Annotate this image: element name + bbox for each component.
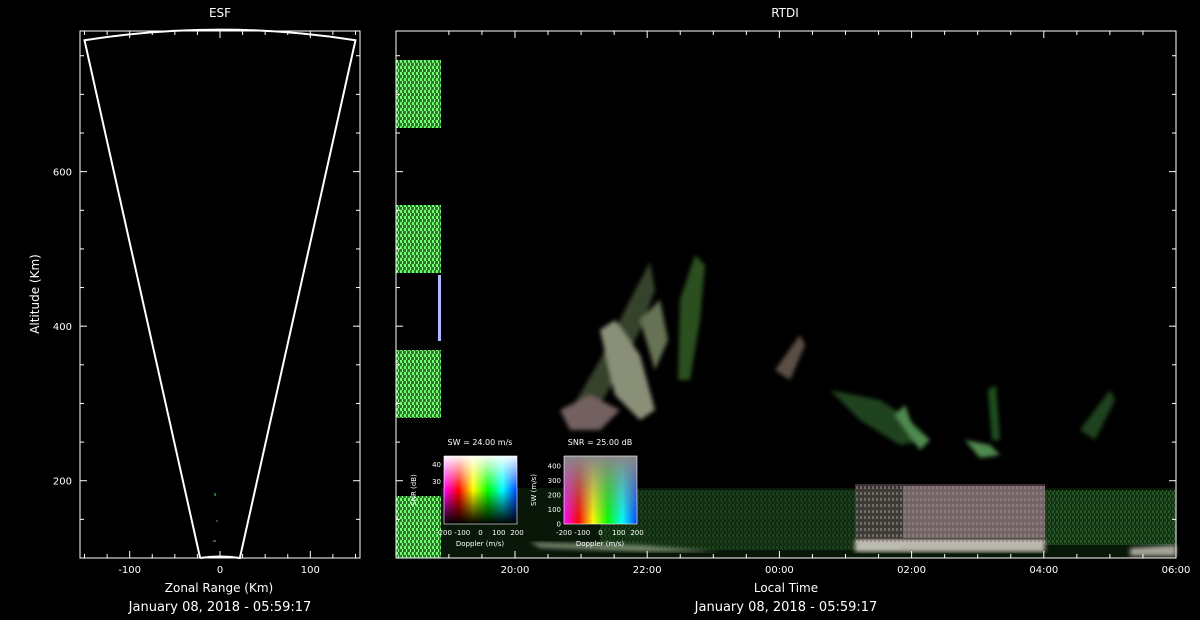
rtdi-footer-timestamp: January 08, 2018 - 05:59:17 [694,600,878,615]
legend-sw-fade-top [444,456,517,490]
legend-snr-xtick: 0 [598,529,602,537]
esf-echo-speckles [213,493,218,542]
legend-snr-title: SNR = 25.00 dB [568,438,632,447]
echo-block [396,350,441,418]
esf-x-label: Zonal Range (Km) [165,581,273,595]
esf-x-axis: -100 0 100 [84,31,356,576]
legend-snr-xtick: -100 [574,529,590,537]
echo-block [396,60,441,128]
esf-panel: ESF -100 0 100 200400600 Zonal Range (Km) … [28,6,361,615]
rtdi-x-label: Local Time [754,581,818,595]
legend-sw-ytick: 30 [432,478,441,486]
legend-snr-ylabel: SW (m/s) [530,474,538,506]
legend-sw-ytick: 40 [432,461,441,469]
rtdi-x-tick-label: 00:00 [765,565,794,576]
esf-y-tick-label: 400 [53,322,72,333]
legend-snr-xtick: -200 [556,529,572,537]
legend-sw-ylabel: SNR (dB) [410,474,418,506]
rtdi-x-tick-label: 06:00 [1162,565,1191,576]
echo-block [396,496,441,558]
rtdi-x-tick-label: 20:00 [501,565,530,576]
legend-sw-xlabel: Doppler (m/s) [456,540,504,548]
esf-y-axis: 200 400 600 [53,55,360,520]
legend-sw-xtick: 200 [510,529,523,537]
legend-snr-ytick: 300 [548,477,561,485]
esf-x-tick-label: 0 [217,565,223,576]
rtdi-x-tick-label: 22:00 [633,565,662,576]
legend-sw-xtick: 0 [478,529,482,537]
legend-snr-fade [564,456,637,524]
legend-snr-ytick: 200 [548,492,561,500]
esf-axes-frame [79,30,361,559]
echo-block [438,275,441,341]
legend-snr-ytick: 100 [548,506,561,514]
legend-snr-xtick: 200 [630,529,643,537]
esf-x-tick-label: -100 [118,565,141,576]
legend-sw-fade-bottom [444,490,517,524]
rtdi-y-axis-ticks [396,55,1176,520]
legend-sw-xtick: 100 [492,529,505,537]
legend-snr-ytick: 400 [548,463,561,471]
figure-canvas: ESF -100 0 100 200400600 Zonal Range (Km) … [28,6,1191,615]
esf-y-label: Altitude (Km) [28,254,42,334]
esf-x-tick-label: 100 [301,565,320,576]
legend-snr-xlabel: Doppler (m/s) [576,540,624,548]
legend-snr-ytick: 0 [557,521,561,529]
echo-block [396,205,441,273]
legend-sw-title: SW = 24.00 m/s [448,438,513,447]
esf-footer-timestamp: January 08, 2018 - 05:59:17 [128,600,312,615]
esf-title: ESF [209,6,231,20]
esf-fan-outline [83,28,357,560]
legend-sw-xtick: -200 [436,529,452,537]
echo-plumes [560,255,1115,458]
rtdi-title: RTDI [771,6,799,20]
legend-snr-xtick: 100 [612,529,625,537]
legend-sw-xtick: -100 [454,529,470,537]
esf-y-tick-label: 200 [53,477,72,488]
rtdi-x-tick-label: 02:00 [897,565,926,576]
rtdi-panel: RTDI 20:00 22:00 00:00 02:00 04:00 06:00… [395,6,1191,615]
esf-y-tick-label: 600 [53,168,72,179]
rtdi-x-tick-label: 04:00 [1029,565,1058,576]
